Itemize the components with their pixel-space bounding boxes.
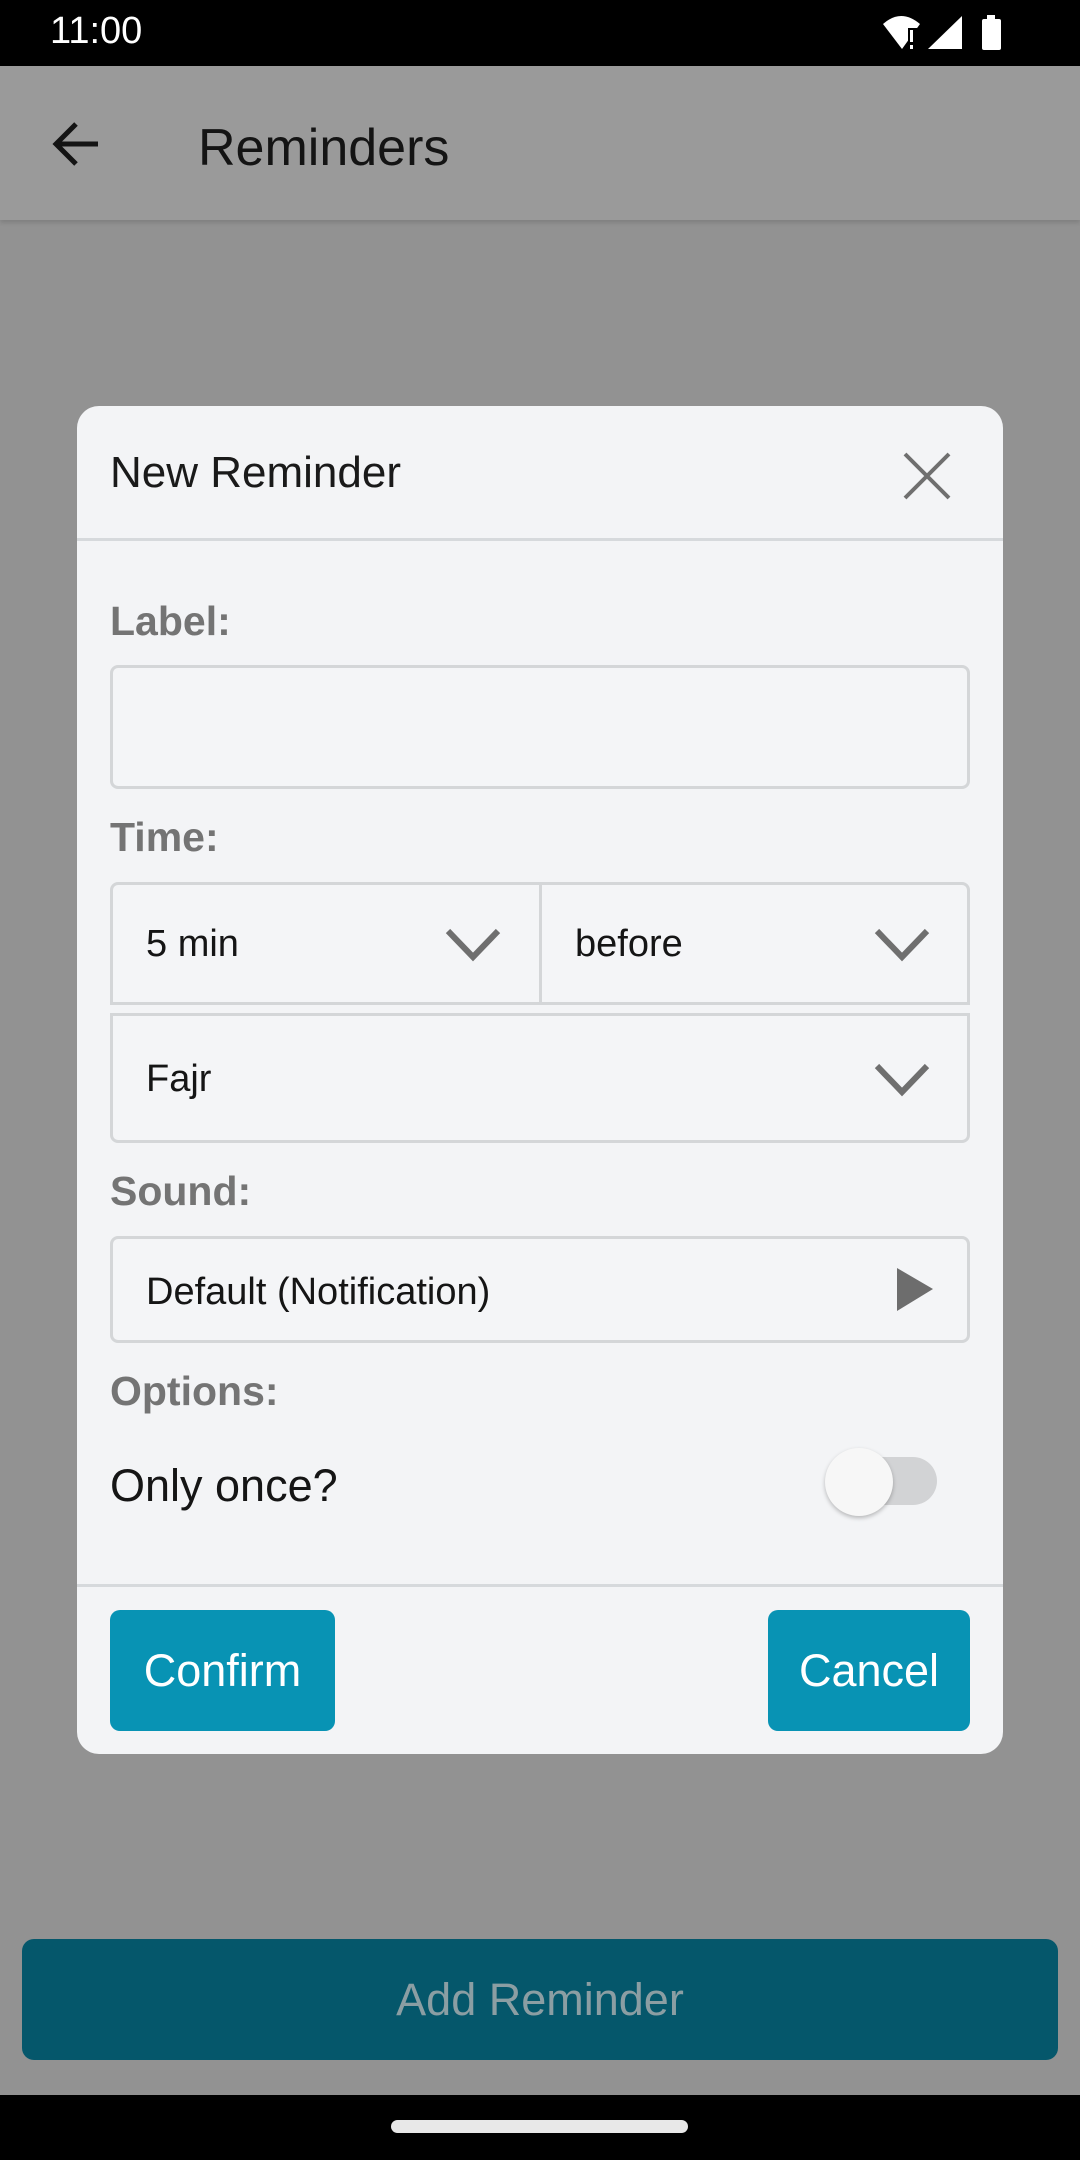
wifi-alert-icon: [883, 16, 920, 50]
prayer-select-value: Fajr: [146, 1058, 212, 1100]
sound-value: Default (Notification): [146, 1271, 491, 1313]
offset-select-value: 5 min: [146, 923, 239, 965]
new-reminder-dialog: New Reminder Label: Time: 5 min before F…: [77, 406, 1003, 1754]
close-icon: [903, 452, 951, 500]
page-title: Reminders: [198, 119, 450, 177]
chevron-down-icon: [874, 928, 930, 962]
status-time: 11:00: [50, 10, 143, 52]
direction-select-value: before: [575, 923, 683, 965]
app-bar: [0, 66, 1080, 220]
header-divider: [77, 538, 1003, 541]
add-reminder-button[interactable]: Add Reminder: [22, 1939, 1058, 2060]
toggle-thumb: [825, 1448, 893, 1516]
confirm-button[interactable]: Confirm: [110, 1610, 335, 1731]
label-input[interactable]: [110, 665, 970, 789]
offset-select[interactable]: 5 min: [110, 882, 542, 1005]
footer-divider: [77, 1584, 1003, 1587]
back-button[interactable]: [40, 108, 112, 180]
chevron-down-icon: [874, 1063, 930, 1097]
only-once-toggle[interactable]: [820, 1448, 940, 1521]
options-label: Options:: [110, 1368, 279, 1414]
play-icon: [897, 1268, 933, 1311]
sound-label: Sound:: [110, 1168, 252, 1214]
label-field-label: Label:: [110, 598, 231, 644]
dialog-title: New Reminder: [110, 448, 401, 497]
time-label: Time:: [110, 814, 219, 860]
sound-picker[interactable]: Default (Notification): [110, 1236, 970, 1343]
direction-select[interactable]: before: [539, 882, 970, 1005]
home-handle[interactable]: [391, 2120, 688, 2133]
close-button[interactable]: [897, 446, 957, 506]
status-bar: 11:00: [0, 0, 1080, 66]
status-icons: [883, 15, 1001, 50]
play-sound-button[interactable]: [883, 1259, 943, 1319]
arrow-left-icon: [52, 122, 98, 166]
only-once-label: Only once?: [110, 1460, 338, 1511]
cancel-button[interactable]: Cancel: [768, 1610, 970, 1731]
battery-icon: [982, 15, 1001, 50]
prayer-select[interactable]: Fajr: [110, 1013, 970, 1143]
chevron-down-icon: [445, 928, 501, 962]
signal-icon: [928, 16, 962, 49]
